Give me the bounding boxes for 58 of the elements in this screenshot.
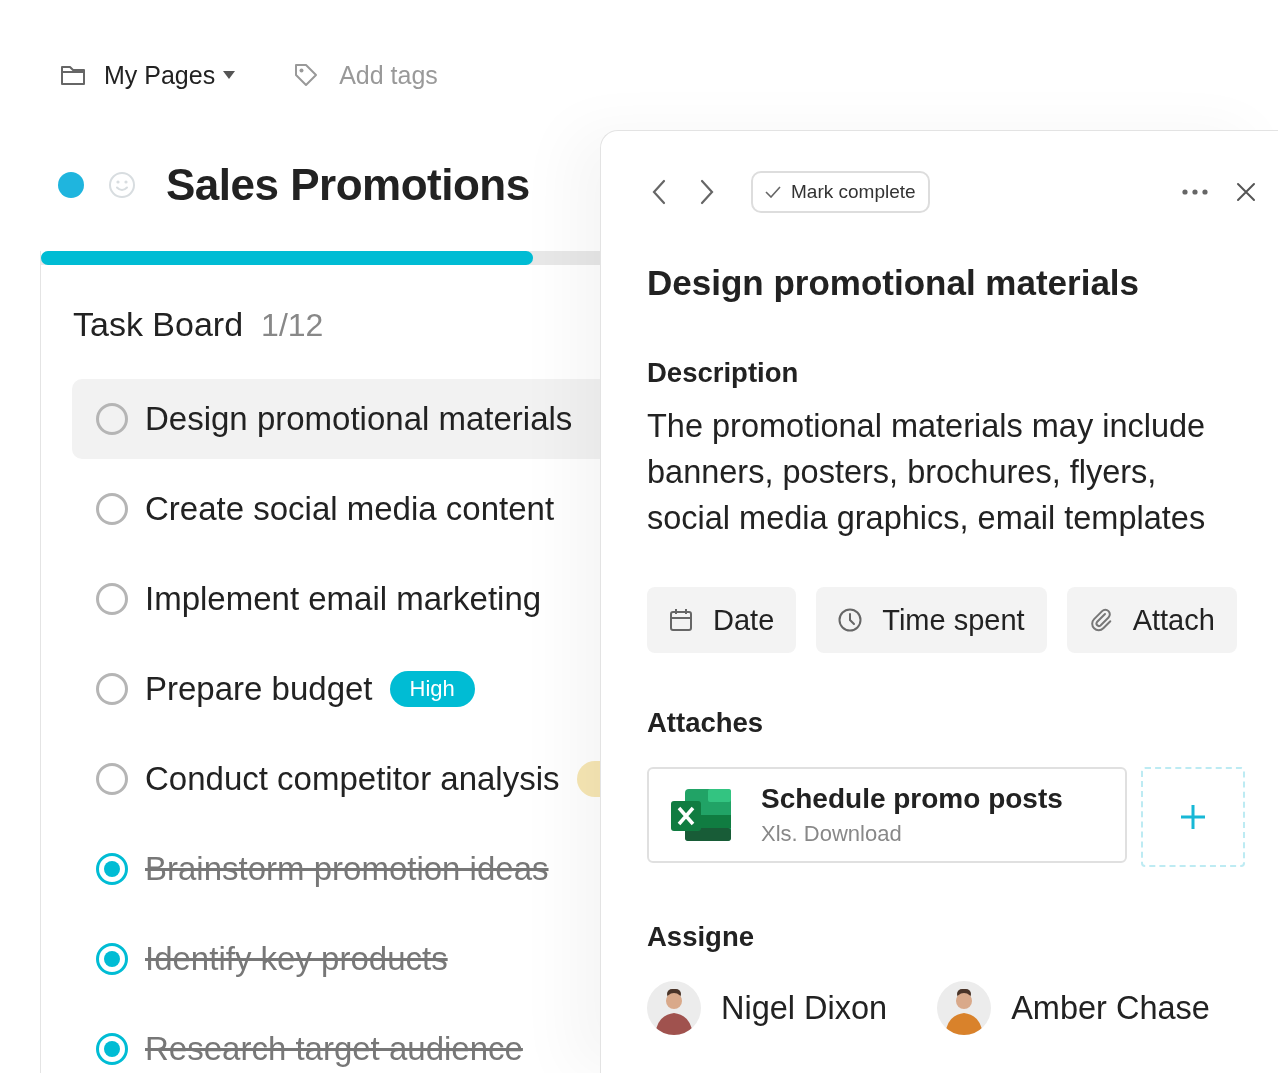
tag-icon: [293, 62, 320, 88]
tags-field[interactable]: Add tags: [337, 59, 542, 91]
board-title: Task Board: [73, 305, 244, 344]
section-heading: Assigne: [647, 921, 755, 953]
task-label: Research target audience: [145, 1030, 523, 1068]
checkbox[interactable]: [96, 493, 128, 525]
mark-complete-button[interactable]: Mark complete: [751, 171, 930, 213]
task-label: Brainstorm promotion ideas: [145, 850, 549, 888]
checkbox[interactable]: [96, 763, 128, 795]
spreadsheet-icon: [671, 789, 731, 841]
caret-icon: [223, 71, 236, 79]
folder-dropdown[interactable]: My Pages: [104, 60, 236, 90]
priority-badge: High: [389, 671, 475, 707]
chevron-left-icon[interactable]: [651, 179, 667, 205]
check-icon: [765, 186, 781, 198]
checkbox[interactable]: [96, 403, 128, 435]
task-label: Implement email marketing: [145, 580, 542, 618]
task-label: Design promotional materials: [145, 400, 573, 438]
checkbox[interactable]: [96, 853, 128, 885]
assignee-name: Amber Chase: [1011, 989, 1210, 1027]
more-icon[interactable]: [1182, 189, 1208, 195]
close-icon[interactable]: [1236, 182, 1256, 202]
file-name: Schedule promo posts: [761, 783, 1063, 815]
action-button[interactable]: Attach: [1066, 587, 1237, 653]
file-meta: Xls. Download: [761, 821, 903, 847]
task-label: Prepare budget: [145, 670, 373, 708]
checkbox[interactable]: [96, 673, 128, 705]
chevron-right-icon[interactable]: [699, 179, 715, 205]
action-button[interactable]: Time spent: [816, 587, 1047, 653]
paperclip-icon: [1088, 608, 1113, 632]
action-button[interactable]: Date: [647, 587, 797, 653]
section-heading: Description: [647, 357, 800, 389]
clock-icon: [838, 608, 863, 632]
checkbox[interactable]: [96, 1033, 128, 1065]
project-title: Sales Promotions: [166, 160, 530, 210]
task-item[interactable]: Brainstorm promotion ideas: [72, 829, 600, 909]
task-count: 1/12: [261, 307, 324, 344]
folder-icon: [60, 63, 86, 87]
task-title: Design promotional materials: [647, 263, 1141, 303]
calendar-icon: [669, 608, 693, 632]
task-item[interactable]: Research target audience: [72, 1009, 600, 1073]
task-item[interactable]: Create social media content: [72, 469, 600, 549]
task-label: Create social media content: [145, 490, 555, 528]
description-text: The promotional materials may include banners, posters, brochures, flyers, social media graphics, email templates: [647, 407, 1207, 538]
task-item[interactable]: Prepare budget High: [72, 649, 600, 729]
task-item[interactable]: Design promotional materials: [72, 379, 600, 459]
attachment-card[interactable]: Schedule promo posts Xls. Download: [647, 767, 1127, 863]
section-heading: Attaches: [647, 707, 765, 739]
checkbox[interactable]: [96, 943, 128, 975]
smiley-icon[interactable]: [108, 171, 136, 199]
task-item[interactable]: Implement email marketing: [72, 559, 600, 639]
checkbox[interactable]: [96, 583, 128, 615]
plus-icon: [1179, 803, 1207, 831]
add-attachment-button[interactable]: [1141, 767, 1245, 867]
task-item[interactable]: Identify key products: [72, 919, 600, 999]
assignee-name: Nigel Dixon: [721, 989, 888, 1027]
task-label: Identify key products: [145, 940, 448, 978]
task-label: Conduct competitor analysis: [145, 760, 560, 798]
